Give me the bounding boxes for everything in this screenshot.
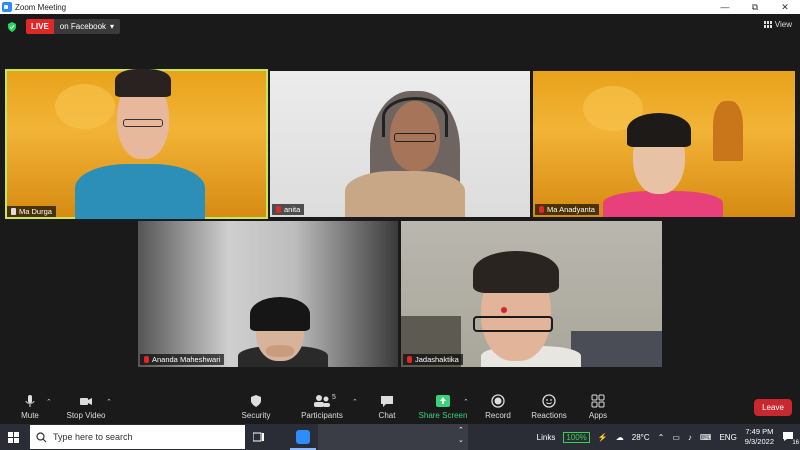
muted-mic-icon bbox=[144, 356, 149, 363]
close-icon[interactable]: ✕ bbox=[770, 0, 800, 14]
search-placeholder: Type here to search bbox=[53, 432, 133, 442]
apps-label: Apps bbox=[588, 411, 608, 420]
participant-name: Ma Anadyanta bbox=[547, 205, 595, 214]
weather-cloud-icon[interactable]: ☁ bbox=[616, 433, 624, 442]
clock[interactable]: 7:49 PM 9/3/2022 bbox=[745, 427, 774, 447]
participants-icon bbox=[314, 395, 330, 407]
participant-video bbox=[138, 221, 398, 367]
security-button[interactable]: Security bbox=[226, 394, 286, 420]
window-controls: — ⧉ ✕ bbox=[710, 0, 800, 14]
battery-indicator[interactable]: 100% bbox=[563, 431, 590, 443]
muted-mic-icon bbox=[407, 356, 412, 363]
pin-icon bbox=[11, 208, 16, 215]
taskbar-scroll-icon[interactable]: ⌃ ⌄ bbox=[458, 426, 464, 446]
stop-video-label: Stop Video bbox=[66, 411, 106, 420]
name-label: Ma Anadyanta bbox=[535, 204, 599, 215]
meeting-toolbar: Mute ⌃ Stop Video ⌃ Security 5 Participa… bbox=[0, 388, 800, 424]
caret-down-icon: ▾ bbox=[110, 22, 115, 31]
video-tile-jadashaktika[interactable]: Jadashaktika bbox=[401, 221, 662, 367]
video-tile-ma-anadyanta[interactable]: Ma Anadyanta bbox=[533, 71, 795, 217]
microphone-icon bbox=[25, 395, 35, 407]
participant-name: Ananda Maheshwari bbox=[152, 355, 221, 364]
power-plug-icon: ⚡ bbox=[597, 432, 608, 442]
audio-options-caret-icon[interactable]: ⌃ bbox=[46, 398, 52, 406]
shield-icon bbox=[251, 395, 261, 407]
system-tray: Links 100% ⚡ ☁ 28°C ⌃ ▭ ♪ ⌨ ENG 7:49 PM … bbox=[537, 424, 800, 450]
video-options-caret-icon[interactable]: ⌃ bbox=[106, 398, 112, 406]
chat-label: Chat bbox=[378, 411, 396, 420]
apps-button[interactable]: Apps bbox=[568, 394, 628, 420]
muted-mic-icon bbox=[539, 206, 544, 213]
clock-time: 7:49 PM bbox=[745, 427, 774, 436]
security-label: Security bbox=[241, 411, 271, 420]
clock-date: 9/3/2022 bbox=[744, 437, 774, 446]
maximize-icon[interactable]: ⧉ bbox=[740, 0, 770, 14]
video-tile-ma-durga[interactable]: Ma Durga bbox=[5, 69, 268, 219]
participant-name: Ma Durga bbox=[19, 207, 52, 216]
video-tile-anita[interactable]: anita bbox=[270, 71, 530, 217]
shield-icon[interactable] bbox=[7, 22, 17, 32]
network-icon[interactable]: ▭ bbox=[672, 433, 680, 442]
live-stream-indicator[interactable]: LIVE on Facebook ▾ bbox=[26, 19, 121, 34]
chat-button[interactable]: Chat bbox=[357, 394, 417, 420]
weather-temperature[interactable]: 28°C bbox=[632, 433, 650, 442]
language-indicator[interactable]: ENG bbox=[719, 433, 736, 442]
zoom-app-icon bbox=[2, 2, 12, 12]
window-title: Zoom Meeting bbox=[15, 2, 67, 12]
taskbar-search-box[interactable]: Type here to search bbox=[30, 425, 245, 449]
participants-label: Participants bbox=[301, 411, 343, 420]
apps-icon bbox=[591, 394, 605, 408]
video-tile-ananda-maheshwari[interactable]: Ananda Maheshwari bbox=[138, 221, 398, 367]
participant-video bbox=[401, 221, 662, 367]
view-label: View bbox=[774, 20, 792, 29]
name-label: Ma Durga bbox=[7, 206, 56, 217]
chat-icon bbox=[381, 396, 393, 407]
share-screen-label: Share Screen bbox=[418, 411, 468, 420]
name-label: anita bbox=[272, 204, 305, 215]
participants-count: 5 bbox=[332, 394, 336, 401]
show-hidden-icons-icon[interactable]: ⌃ bbox=[658, 433, 665, 442]
name-label: Jadashaktika bbox=[403, 354, 463, 365]
reactions-icon bbox=[542, 394, 556, 408]
minimize-icon[interactable]: — bbox=[710, 0, 740, 14]
live-destination-label: on Facebook bbox=[59, 22, 107, 31]
video-camera-icon bbox=[80, 398, 92, 405]
task-view-icon[interactable] bbox=[253, 428, 265, 446]
live-destination[interactable]: on Facebook ▾ bbox=[53, 19, 121, 34]
participant-video bbox=[5, 69, 268, 219]
notification-count: 16 bbox=[792, 440, 799, 446]
participant-name: Jadashaktika bbox=[415, 355, 459, 364]
window-titlebar: Zoom Meeting — ⧉ ✕ bbox=[0, 0, 800, 14]
mute-label: Mute bbox=[21, 411, 39, 420]
taskbar-empty-area bbox=[318, 424, 468, 450]
notifications-icon[interactable]: 16 bbox=[782, 431, 799, 446]
name-label: Ananda Maheshwari bbox=[140, 354, 225, 365]
live-badge: LIVE bbox=[26, 19, 54, 34]
grid-view-icon bbox=[763, 21, 772, 28]
search-icon bbox=[36, 431, 47, 442]
participant-video bbox=[270, 71, 530, 217]
leave-button[interactable]: Leave bbox=[754, 399, 792, 416]
keyboard-icon[interactable]: ⌨ bbox=[700, 433, 712, 442]
windows-taskbar: Type here to search ⌃ ⌄ Links 100% ⚡ ☁ 28… bbox=[0, 424, 800, 450]
volume-icon[interactable]: ♪ bbox=[688, 433, 692, 442]
view-button[interactable]: View bbox=[763, 20, 792, 29]
zoom-taskbar-icon[interactable] bbox=[296, 428, 310, 446]
participant-name: anita bbox=[284, 205, 301, 214]
windows-start-icon[interactable] bbox=[8, 432, 19, 443]
links-toolbar[interactable]: Links bbox=[537, 433, 556, 442]
participant-video bbox=[533, 71, 795, 217]
record-icon bbox=[491, 394, 505, 408]
muted-mic-icon bbox=[276, 206, 281, 213]
share-screen-icon bbox=[436, 395, 450, 407]
meeting-area: LIVE on Facebook ▾ View Ma Durga anita M… bbox=[0, 14, 800, 424]
participants-button[interactable]: 5 Participants bbox=[292, 394, 352, 420]
